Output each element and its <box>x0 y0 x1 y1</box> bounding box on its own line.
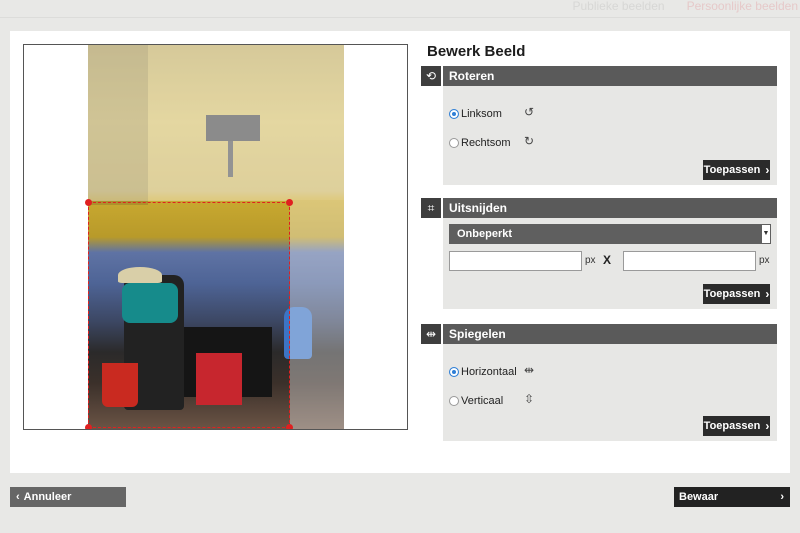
crop-body: Onbeperkt ▼ px X px Toepassen › <box>443 218 777 309</box>
crop-header: ⌗ Uitsnijden <box>421 198 777 218</box>
crop-title: Uitsnijden <box>443 198 777 218</box>
crop-handle-bottom-right[interactable] <box>286 424 293 429</box>
flip-horizontal-icon: ⇹ <box>524 363 535 377</box>
chevron-right-icon: › <box>765 287 770 301</box>
rotate-left-radio[interactable] <box>449 109 459 119</box>
crop-selection[interactable] <box>85 199 293 429</box>
edit-image-modal: Bewerk Beeld ⟲ Roteren Linksom ↺ Rechtso… <box>10 31 790 473</box>
chevron-right-icon: › <box>780 491 784 503</box>
rotate-left-icon: ↺ <box>524 105 535 119</box>
rotate-header: ⟲ Roteren <box>421 66 777 86</box>
rotate-icon: ⟲ <box>421 66 441 86</box>
crop-height-input[interactable] <box>623 251 756 271</box>
chevron-right-icon: › <box>765 419 770 433</box>
rotate-right-radio[interactable] <box>449 138 459 148</box>
rotate-title: Roteren <box>443 66 777 86</box>
mirror-header: ⇹ Spiegelen <box>421 324 777 344</box>
save-label: Bewaar <box>679 491 719 503</box>
crop-section: ⌗ Uitsnijden Onbeperkt ▼ px X px Toepass… <box>421 198 777 309</box>
rotate-left-option[interactable]: Linksom <box>449 108 502 120</box>
crop-apply-label: Toepassen <box>703 288 761 300</box>
crop-icon: ⌗ <box>421 198 441 218</box>
cancel-label: Annuleer <box>23 491 72 503</box>
rotate-right-option[interactable]: Rechtsom <box>449 137 511 149</box>
chevron-right-icon: › <box>765 163 770 177</box>
tab-personal-images[interactable]: Persoonlijke beelden <box>686 0 798 18</box>
mirror-horizontal-radio[interactable] <box>449 367 459 377</box>
image-canvas[interactable] <box>23 44 408 430</box>
rotate-right-label: Rechtsom <box>461 137 511 149</box>
rotate-section: ⟲ Roteren Linksom ↺ Rechtsom ↻ Toepassen… <box>421 66 777 185</box>
crop-ratio-select[interactable]: Onbeperkt ▼ <box>449 224 771 244</box>
tab-public-images[interactable]: Publieke beelden <box>573 0 665 18</box>
mirror-horizontal-option[interactable]: Horizontaal <box>449 366 517 378</box>
mirror-vertical-label: Verticaal <box>461 395 504 407</box>
crop-height-unit: px <box>759 255 770 266</box>
rotate-apply-button[interactable]: Toepassen › <box>703 160 770 180</box>
crop-apply-button[interactable]: Toepassen › <box>703 284 770 304</box>
crop-width-unit: px <box>585 255 596 266</box>
chevron-left-icon: ‹ <box>16 491 20 503</box>
crop-dim-right <box>290 201 344 429</box>
mirror-vertical-option[interactable]: Verticaal <box>449 395 503 407</box>
crop-width-input[interactable] <box>449 251 582 271</box>
mirror-apply-button[interactable]: Toepassen › <box>703 416 770 436</box>
crop-handle-top-left[interactable] <box>85 199 92 206</box>
rotate-body: Linksom ↺ Rechtsom ↻ Toepassen › <box>443 86 777 185</box>
mirror-title: Spiegelen <box>443 324 777 344</box>
panel-title: Bewerk Beeld <box>427 43 526 60</box>
save-button[interactable]: Bewaar › <box>674 487 790 507</box>
crop-handle-bottom-left[interactable] <box>85 424 92 429</box>
mirror-apply-label: Toepassen <box>703 420 761 432</box>
rotate-right-icon: ↻ <box>524 134 535 148</box>
crop-ratio-value: Onbeperkt <box>457 228 513 240</box>
mirror-horizontal-label: Horizontaal <box>461 366 517 378</box>
background-divider <box>0 17 800 18</box>
crop-dim-top <box>88 45 344 201</box>
crop-handle-top-right[interactable] <box>286 199 293 206</box>
mirror-vertical-radio[interactable] <box>449 396 459 406</box>
rotate-apply-label: Toepassen <box>703 164 761 176</box>
mirror-section: ⇹ Spiegelen Horizontaal ⇹ Verticaal ⇳ To… <box>421 324 777 441</box>
flip-vertical-icon: ⇳ <box>524 392 535 406</box>
rotate-left-label: Linksom <box>461 108 502 120</box>
chevron-down-icon[interactable]: ▼ <box>761 224 771 244</box>
flip-icon: ⇹ <box>421 324 441 344</box>
cancel-button[interactable]: ‹ Annuleer <box>10 487 126 507</box>
mirror-body: Horizontaal ⇹ Verticaal ⇳ Toepassen › <box>443 344 777 441</box>
crop-separator: X <box>603 253 612 267</box>
background-tabs: Publieke beelden Persoonlijke beelden <box>573 0 800 18</box>
